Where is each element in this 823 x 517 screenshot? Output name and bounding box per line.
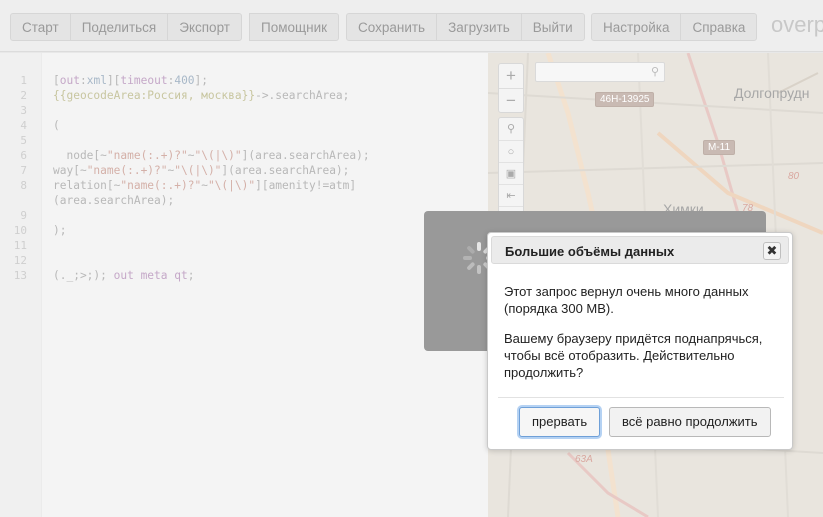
map-label-dolgoprudny: Долгопрудн [734,85,810,101]
large-data-dialog: Большие объёмы данных ✖ Этот запрос верн… [487,232,793,450]
export-button[interactable]: Экспорт [167,13,242,41]
query-editor[interactable]: 1 2 3 4 5 6 7 8 9 10 11 12 13 [out:xml][… [0,53,488,517]
line-number: 1 [20,74,27,87]
abort-button[interactable]: прервать [519,407,601,437]
zoom-control: + − [498,63,524,113]
dialog-message-2: Вашему браузеру придётся поднапрячься, ч… [504,331,763,380]
locate-icon[interactable]: ○ [499,140,523,162]
dialog-message-1: Этот запрос вернул очень много данных (п… [504,284,749,316]
dialog-title: Большие объёмы данных [505,244,675,259]
save-button[interactable]: Сохранить [346,13,438,41]
dialog-body: Этот запрос вернул очень много данных (п… [504,283,782,394]
line-number: 2 [20,89,27,102]
close-icon[interactable]: ✖ [763,242,781,260]
zoom-in-button[interactable]: + [499,64,523,88]
continue-anyway-button[interactable]: всё равно продолжить [609,407,771,437]
road-shield: 46Н-13925 [595,92,655,107]
map-number: 80 [788,171,800,182]
zoom-out-button[interactable]: − [499,88,523,112]
code-line-13: (._;>;); out meta qt; [53,269,195,282]
line-number: 3 [20,104,27,117]
line-number: 9 [20,209,27,222]
road-shield: М-11 [703,140,736,155]
line-number: 13 [13,269,27,282]
image-icon[interactable]: ▣ [499,162,523,184]
line-number-gutter: 1 2 3 4 5 6 7 8 9 10 11 12 13 [0,53,42,517]
line-number: 5 [20,134,27,147]
code-line-7: way[~"name(:.+)?"~"\(|\)"](area.searchAr… [53,164,350,177]
logout-button[interactable]: Выйти [520,13,585,41]
start-button[interactable]: Старт [10,13,71,41]
line-number: 11 [13,239,27,252]
code-line-8: relation[~"name(:.+)?"~"\(|\)"][amenity!… [53,179,357,192]
code-line-8-wrap: (area.searchArea); [53,194,175,207]
map-number: 63А [575,454,593,465]
code-line-10: ); [53,224,67,237]
share-button[interactable]: Поделиться [69,13,169,41]
code-line-2: {{geocodeArea:Россия, москва}}->.searchA… [53,89,350,102]
toolbar-group-file: Сохранить Загрузить Выйти [346,13,585,41]
settings-button[interactable]: Настройка [591,13,682,41]
dialog-titlebar: Большие объёмы данных ✖ [491,236,789,264]
arrow-left-bar-icon[interactable]: ⇤ [499,184,523,206]
search-icon: ⚲ [650,66,659,78]
toolbar-group-settings: Настройка Справка [591,13,758,41]
toolbar-group-wizard: Помощник [249,13,340,41]
toolbar-group-main: Старт Поделиться Экспорт [10,13,242,41]
wizard-button[interactable]: Помощник [249,13,340,41]
dialog-divider [498,397,784,398]
line-number: 7 [20,164,27,177]
app-logo: overp [771,12,823,37]
load-button[interactable]: Загрузить [436,13,522,41]
help-button[interactable]: Справка [680,13,758,41]
line-number: 6 [20,149,27,162]
magnifier-icon[interactable]: ⚲ [499,118,523,140]
line-number: 4 [20,119,27,132]
line-number: 10 [13,224,27,237]
code-line-6: node[~"name(:.+)?"~"\(|\)"](area.searchA… [53,149,370,162]
code-line-4: ( [53,119,60,132]
toolbar: Старт Поделиться Экспорт Помощник Сохран… [0,0,823,52]
map-search-input[interactable]: ⚲ [535,62,665,82]
line-number: 8 [20,179,27,192]
code-line-1: [out:xml][timeout:400]; [53,74,209,87]
line-number: 12 [13,254,27,267]
